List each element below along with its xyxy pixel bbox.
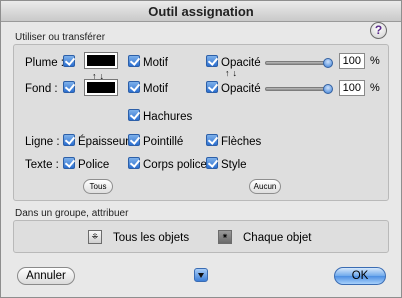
ligne-label: Ligne :: [25, 136, 60, 148]
plume-opacity-unit: %: [370, 55, 380, 67]
fond-opacity-slider[interactable]: [265, 87, 331, 91]
pointille-checkbox[interactable]: [128, 134, 140, 146]
plume-opacity-input[interactable]: 100: [339, 53, 365, 69]
plume-label: Plume :: [25, 57, 64, 69]
help-button[interactable]: ?: [370, 22, 387, 39]
each-object-label[interactable]: Chaque objet: [243, 231, 311, 245]
fond-checkbox[interactable]: [63, 81, 75, 93]
pointille-label: Pointillé: [143, 136, 184, 148]
group-groupbox: [13, 220, 389, 253]
plume-motif-checkbox[interactable]: [128, 55, 140, 67]
plume-checkbox[interactable]: [63, 55, 75, 67]
police-checkbox[interactable]: [63, 157, 75, 169]
corps-police-label: Corps police: [143, 159, 207, 171]
plume-motif-label: Motif: [143, 57, 168, 69]
fond-label: Fond :: [25, 83, 58, 95]
select-none-button[interactable]: Aucun: [249, 179, 281, 194]
texte-label: Texte :: [25, 159, 59, 171]
assign-tool-window: Outil assignation ? Utiliser ou transfér…: [0, 0, 402, 298]
transfer-groupbox: [13, 44, 389, 201]
hachures-checkbox[interactable]: [128, 109, 140, 121]
window-title: Outil assignation: [1, 1, 401, 22]
style-label: Style: [221, 159, 247, 171]
plume-opacity-knob[interactable]: [323, 58, 333, 68]
all-objects-icon[interactable]: ⁜: [88, 230, 102, 244]
cancel-button[interactable]: Annuler: [17, 267, 75, 285]
fleches-checkbox[interactable]: [206, 134, 218, 146]
transfer-section-label: Utiliser ou transférer: [15, 32, 106, 43]
swap-opacity-icon[interactable]: ↑↓: [225, 69, 240, 78]
epaisseur-label: Épaisseur: [78, 136, 130, 148]
group-section-label: Dans un groupe, attribuer: [15, 208, 129, 219]
fond-opacity-input[interactable]: 100: [339, 80, 365, 96]
corps-police-checkbox[interactable]: [128, 157, 140, 169]
select-all-button[interactable]: Tous: [83, 179, 113, 194]
fond-opacity-knob[interactable]: [323, 84, 333, 94]
fleches-label: Flèches: [221, 136, 262, 148]
fond-opacite-checkbox[interactable]: [206, 81, 218, 93]
fond-motif-checkbox[interactable]: [128, 81, 140, 93]
plume-color-swatch[interactable]: [84, 52, 118, 69]
each-object-icon[interactable]: ⁕: [218, 230, 232, 244]
fond-motif-label: Motif: [143, 83, 168, 95]
fond-opacite-label: Opacité: [221, 83, 261, 95]
police-label: Police: [78, 159, 110, 171]
fond-opacity-unit: %: [370, 82, 380, 94]
fond-color-swatch[interactable]: [84, 79, 118, 96]
plume-opacity-slider[interactable]: [265, 61, 331, 65]
plume-opacite-checkbox[interactable]: [206, 55, 218, 67]
ok-button[interactable]: OK: [334, 267, 386, 285]
style-checkbox[interactable]: [206, 157, 218, 169]
epaisseur-checkbox[interactable]: [63, 134, 75, 146]
all-objects-label[interactable]: Tous les objets: [113, 231, 189, 245]
hachures-label: Hachures: [143, 111, 193, 123]
options-popup-button[interactable]: [194, 268, 208, 282]
